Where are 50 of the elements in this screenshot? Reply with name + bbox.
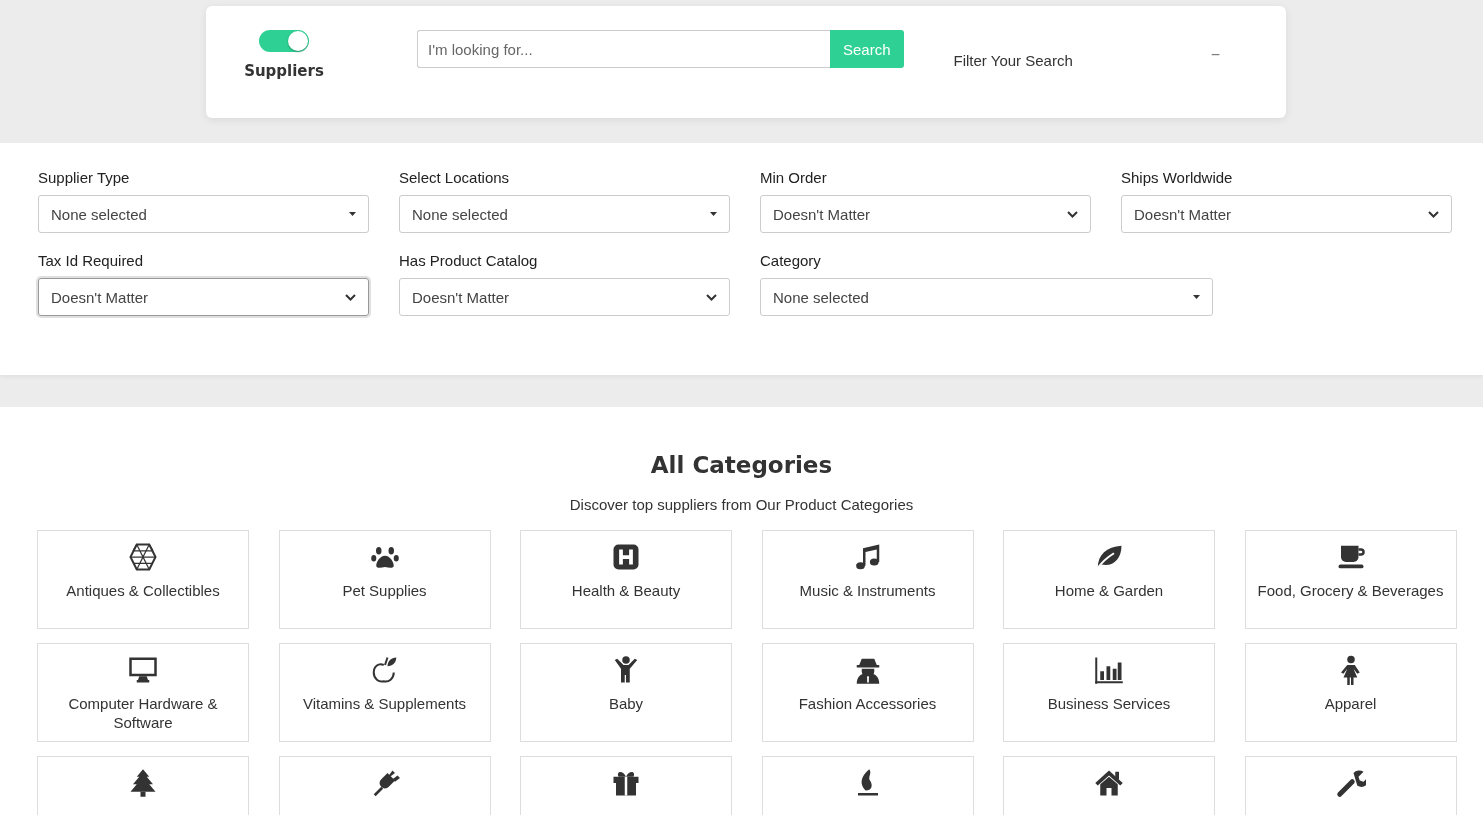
toggle-switch[interactable] [259,30,309,52]
dropdown[interactable]: Doesn't Matter [38,278,369,316]
dropdown[interactable]: Doesn't Matter [760,195,1091,233]
category-card[interactable]: Pet Supplies [278,530,491,629]
category-card[interactable] [520,756,732,815]
dropdown[interactable]: None selected [38,195,369,233]
hexagon-icon [128,542,158,572]
category-card[interactable]: Health & Beauty [520,530,732,629]
category-card[interactable]: Antiques & Collectibles [37,530,249,629]
toggle-label: Suppliers [244,62,324,80]
caret-icon [1193,295,1200,299]
caret-icon [349,212,356,216]
filter-label: Supplier Type [38,169,131,186]
category-card[interactable]: Business Services [1003,643,1215,742]
chevron-icon [1067,210,1078,218]
filter-label: Ships Worldwide [1121,169,1234,186]
category-card[interactable]: Vitamins & Supplements [278,643,491,742]
category-card[interactable]: Baby [520,643,732,742]
home-icon [1094,768,1124,798]
category-card[interactable] [1003,756,1215,815]
category-card[interactable]: Home & Garden [1003,530,1215,629]
dropdown[interactable]: None selected [760,278,1213,316]
hospital-icon [611,542,641,572]
dropdown[interactable]: Doesn't Matter [399,278,730,316]
collapse-button[interactable]: − [1210,46,1221,64]
category-card[interactable] [37,756,249,815]
dropdown[interactable]: Doesn't Matter [1121,195,1452,233]
monitor-icon [128,655,158,685]
wrench-icon [1335,768,1366,798]
section-title: All Categories [649,452,834,478]
category-card[interactable]: Fashion Accessories [761,643,974,742]
filter-title: Filter Your Search [953,52,1073,69]
filter-label: Has Product Catalog [399,252,539,269]
category-card[interactable]: Food, Grocery & Beverages [1244,530,1457,629]
chevron-icon [1428,210,1439,218]
filter-label: Category [760,252,822,269]
tree-icon [128,768,158,798]
chevron-icon [345,293,356,301]
filter-label: Select Locations [399,169,511,186]
filter-label: Tax Id Required [38,252,145,269]
category-card[interactable]: Music & Instruments [761,530,974,629]
caret-icon [710,212,717,216]
section-subtitle: Discover top suppliers from Our Product Categories [568,496,915,513]
category-card[interactable]: Computer Hardware & Software [37,643,249,742]
chevron-icon [706,293,717,301]
dropdown[interactable]: None selected [399,195,730,233]
bar-chart-icon [1094,655,1124,685]
filter-label: Min Order [760,169,828,186]
search-field[interactable]: I'm looking for... [417,30,830,68]
category-card[interactable]: Apparel [1244,643,1457,742]
